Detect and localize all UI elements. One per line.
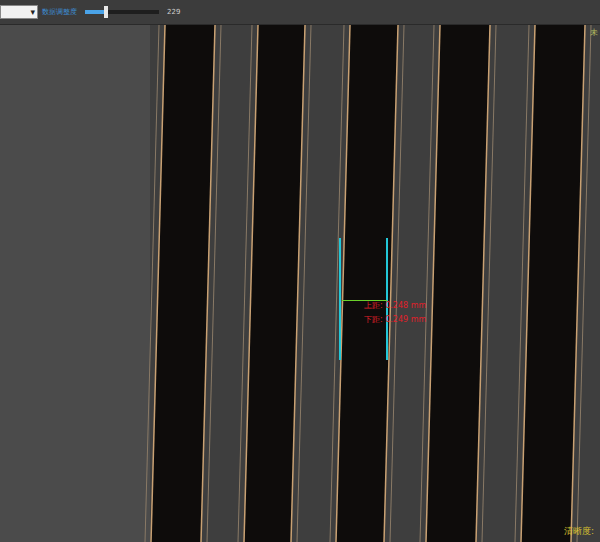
measure-value: 下距: 0.249 mm [364, 314, 426, 325]
app: ▾ 数据调整度 229 上距: 0.248 mm 下距: 0.249 mm 未清晰度: [0, 0, 600, 542]
slider-label: 数据调整度 [42, 7, 77, 17]
measure-span [342, 300, 387, 301]
measure-edge-right[interactable] [386, 238, 388, 360]
focus-label: 清晰度: [564, 525, 594, 538]
measure-value: 上距: 0.248 mm [364, 300, 426, 311]
measure-edge-left[interactable] [339, 238, 341, 360]
dropdown-arrow-icon: ▾ [30, 8, 35, 17]
microscope-view: 上距: 0.248 mm 下距: 0.249 mm 未清晰度: [0, 25, 600, 542]
microscope-image [0, 25, 600, 542]
toolbar: ▾ 数据调整度 229 [0, 0, 600, 25]
slider-thumb[interactable] [104, 6, 108, 18]
measure-readout: 上距: 0.248 mm 下距: 0.249 mm [364, 300, 426, 325]
adjust-slider[interactable] [85, 10, 159, 14]
slider-reading: 229 [167, 8, 180, 16]
mode-dropdown[interactable]: ▾ [0, 5, 38, 19]
corner-label: 未 [590, 27, 598, 38]
slider-fill [85, 10, 106, 14]
